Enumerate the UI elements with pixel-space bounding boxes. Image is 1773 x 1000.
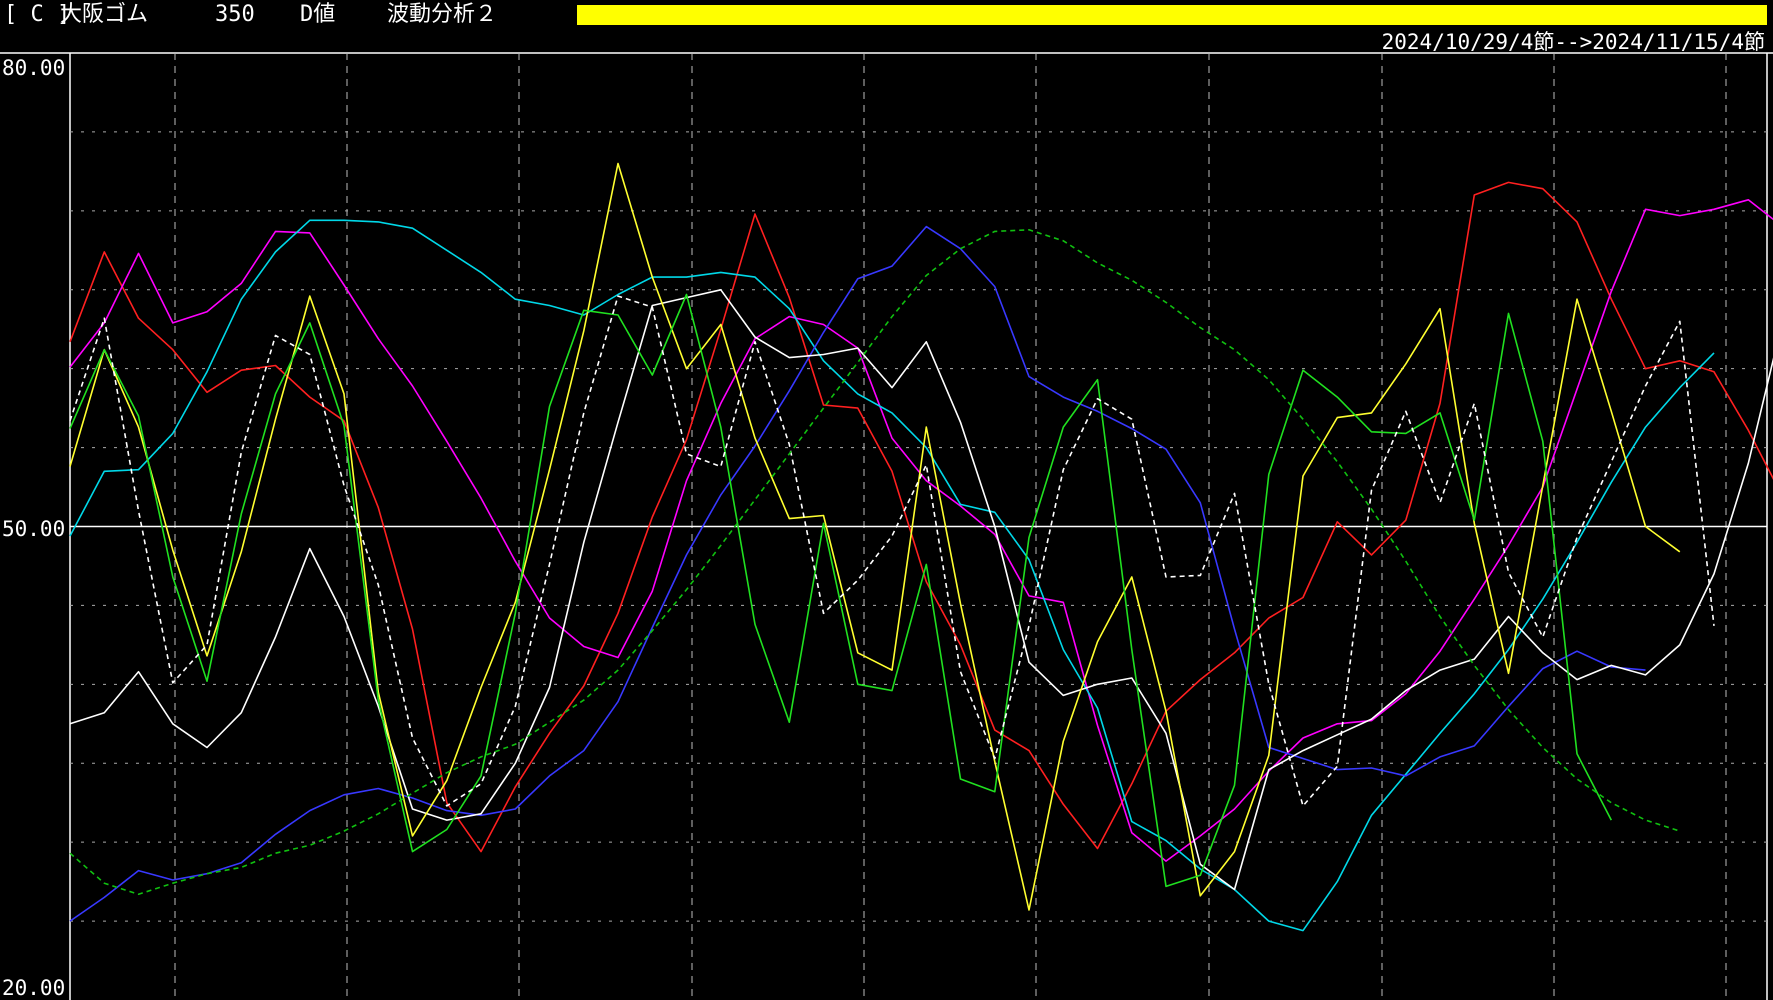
chart-plot [0,52,1773,1000]
series-line-2 [69,199,1773,862]
series-line-8 [69,295,1715,807]
series-line-1 [69,181,1773,853]
chart-window: [ C ] 大阪ゴム 350 D値 波動分析２ 2024/10/29/4節-->… [0,0,1773,1000]
series-line-7 [69,293,1613,888]
series-line-3 [69,219,1715,932]
series-line-6 [69,162,1681,911]
